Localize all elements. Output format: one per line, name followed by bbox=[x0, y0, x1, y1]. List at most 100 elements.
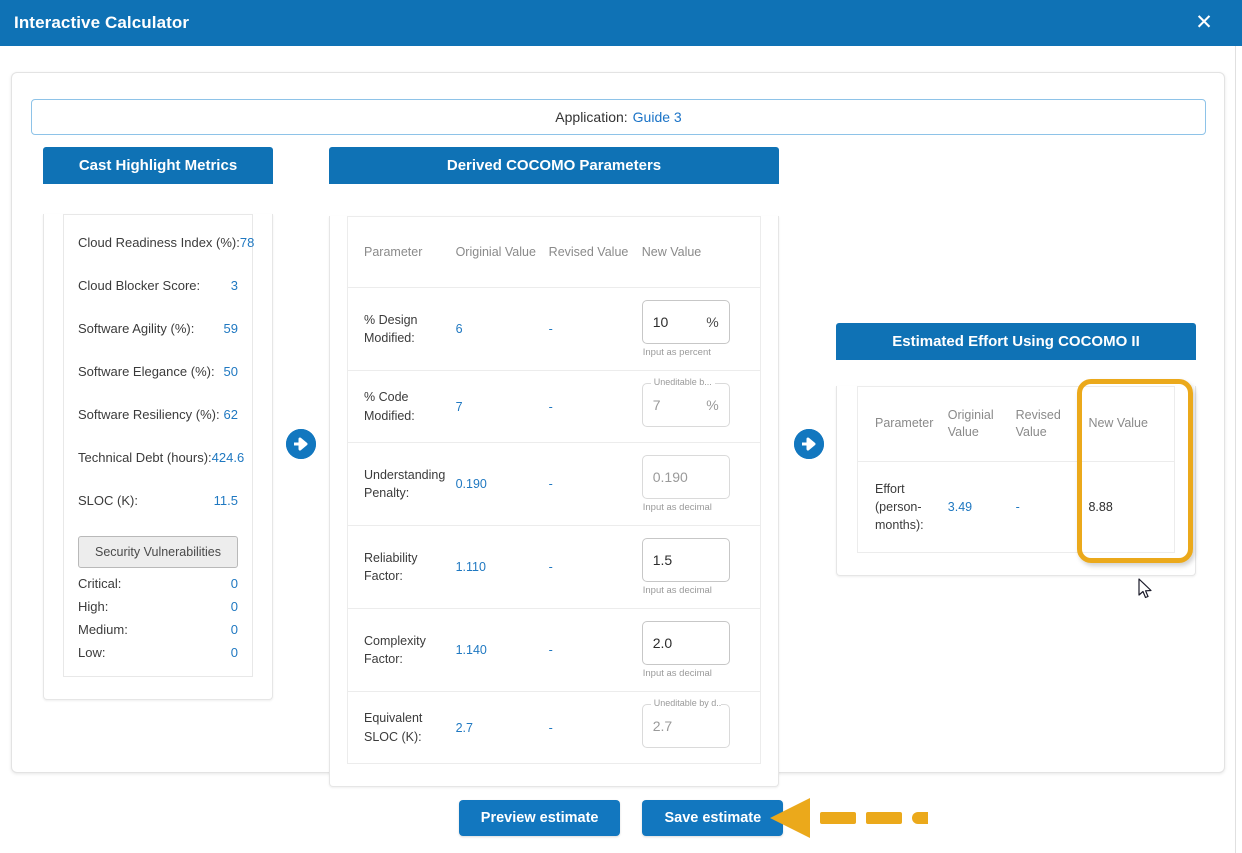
input-value: 10 bbox=[652, 314, 669, 330]
application-label: Application: bbox=[555, 109, 628, 125]
new-value-input-disabled: 0.190 bbox=[641, 455, 730, 499]
input-value: 2.7 bbox=[652, 718, 673, 734]
security-row: High: 0 bbox=[78, 599, 238, 614]
security-row: Critical: 0 bbox=[78, 576, 238, 591]
close-icon[interactable]: ✕ bbox=[1192, 11, 1216, 35]
parameter-name: % Code Modified: bbox=[348, 370, 456, 443]
table-row: % Code Modified: 7 - Uneditable b... 7 % bbox=[348, 370, 760, 443]
input-float-label: Uneditable by d... bbox=[650, 698, 721, 708]
arrow-right-circle-icon[interactable] bbox=[286, 429, 316, 459]
original-value: 2.7 bbox=[455, 720, 473, 735]
revised-value: - bbox=[548, 442, 642, 526]
vertical-scrollbar[interactable] bbox=[1235, 46, 1242, 853]
cocomo-panel-header: Derived COCOMO Parameters bbox=[329, 147, 779, 184]
column-header-revised-value: Revised Value bbox=[548, 217, 642, 288]
security-row: Medium: 0 bbox=[78, 622, 238, 637]
cocomo-panel-body: Parameter Originial Value Revised Value … bbox=[329, 216, 779, 787]
new-value-input-disabled: Uneditable by d... 2.7 bbox=[641, 698, 730, 748]
column-header-parameter: Parameter bbox=[348, 217, 456, 288]
input-value: 2.0 bbox=[652, 635, 673, 651]
revised-value: - bbox=[548, 370, 642, 443]
revised-value: - bbox=[548, 720, 553, 735]
metric-label: SLOC (K): bbox=[78, 493, 138, 508]
metric-value: 50 bbox=[223, 364, 238, 379]
input-unit: % bbox=[706, 314, 719, 330]
arrow-right-circle-icon[interactable] bbox=[794, 429, 824, 459]
security-label: High: bbox=[78, 599, 109, 614]
parameter-name: Understanding Penalty: bbox=[348, 442, 456, 526]
revised-value: - bbox=[548, 608, 642, 692]
new-value-cell: 0.190 Input as decimal bbox=[641, 442, 760, 526]
original-value: 6 bbox=[455, 287, 549, 371]
interactive-calculator-window: Interactive Calculator ✕ Application: Gu… bbox=[0, 0, 1242, 853]
metrics-panel-header: Cast Highlight Metrics bbox=[43, 147, 273, 184]
new-value-input[interactable]: 10 % bbox=[641, 300, 730, 344]
security-vulnerabilities-button[interactable]: Security Vulnerabilities bbox=[78, 536, 238, 568]
new-value-cell: Uneditable b... 7 % bbox=[641, 370, 760, 443]
cocomo-table-wrap: Parameter Originial Value Revised Value … bbox=[347, 216, 761, 764]
metrics-panel-body: Cloud Readiness Index (%): 78 Cloud Bloc… bbox=[43, 214, 273, 700]
parameter-name: Equivalent SLOC (K): bbox=[364, 711, 423, 744]
input-value: 7 bbox=[652, 397, 661, 413]
input-value: 0.190 bbox=[652, 469, 688, 485]
metric-label: Software Agility (%): bbox=[78, 321, 195, 336]
save-estimate-button[interactable]: Save estimate bbox=[642, 800, 784, 836]
metric-value: 62 bbox=[223, 407, 238, 422]
metric-value: 59 bbox=[223, 321, 238, 336]
application-name-link[interactable]: Guide 3 bbox=[633, 109, 682, 125]
table-row: Effort (person-months): 3.49 - 8.88 bbox=[858, 461, 1174, 552]
cocomo-table: Parameter Originial Value Revised Value … bbox=[348, 217, 760, 763]
new-value: 8.88 bbox=[1088, 499, 1113, 514]
original-value: 0.190 bbox=[455, 442, 549, 526]
column-header-new-value: New Value bbox=[641, 217, 760, 288]
column-header-revised-value: Revised Value bbox=[1015, 387, 1075, 462]
metric-row: Cloud Readiness Index (%): 78 bbox=[78, 235, 254, 250]
new-value-input[interactable]: 2.0 bbox=[641, 621, 730, 665]
parameter-name: Complexity Factor: bbox=[348, 608, 456, 692]
new-value-cell: Uneditable by d... 2.7 bbox=[641, 692, 760, 764]
column-header-original-value: Originial Value bbox=[947, 387, 1016, 462]
metric-value: 78 bbox=[239, 235, 255, 250]
effort-table-wrap: Parameter Originial Value Revised Value … bbox=[857, 379, 1193, 563]
window-title: Interactive Calculator bbox=[14, 13, 190, 32]
table-row: Equivalent SLOC (K): 2.7 - Uneditable by… bbox=[348, 692, 760, 764]
new-value-cell: 10 % Input as percent bbox=[641, 287, 760, 371]
original-value: 3.49 bbox=[947, 499, 973, 514]
security-label: Critical: bbox=[78, 576, 122, 591]
metric-row: SLOC (K): 11.5 bbox=[78, 493, 238, 508]
new-value-cell: 2.0 Input as decimal bbox=[641, 608, 760, 692]
preview-estimate-button[interactable]: Preview estimate bbox=[458, 800, 621, 836]
cast-highlight-metrics-panel: Cast Highlight Metrics Cloud Readiness I… bbox=[43, 147, 273, 700]
original-value: 7 bbox=[455, 370, 549, 443]
content-card: Application: Guide 3 Cast Highlight Metr… bbox=[11, 72, 1225, 787]
window-title-bar: Interactive Calculator ✕ bbox=[0, 0, 1242, 46]
cocomo-table-header-row: Parameter Originial Value Revised Value … bbox=[348, 217, 760, 288]
effort-panel-body: Parameter Originial Value Revised Value … bbox=[836, 379, 1196, 577]
application-bar: Application: Guide 3 bbox=[31, 99, 1206, 135]
security-value: 0 bbox=[230, 599, 238, 614]
column-header-new-value: New Value bbox=[1074, 387, 1174, 462]
original-value: 1.110 bbox=[455, 525, 549, 609]
new-value-input[interactable]: 1.5 bbox=[641, 538, 730, 582]
input-hint: Input as decimal bbox=[642, 585, 712, 596]
effort-panel-header: Estimated Effort Using COCOMO II bbox=[836, 323, 1196, 360]
metric-label: Software Elegance (%): bbox=[78, 364, 215, 379]
table-row: Complexity Factor: 1.140 - 2.0 Input as … bbox=[348, 608, 760, 692]
effort-table: Parameter Originial Value Revised Value … bbox=[858, 387, 1174, 552]
metrics-list: Cloud Readiness Index (%): 78 Cloud Bloc… bbox=[63, 214, 254, 677]
metric-row: Software Resiliency (%): 62 bbox=[78, 407, 238, 422]
metric-row: Software Elegance (%): 50 bbox=[78, 364, 238, 379]
new-value-cell: 1.5 Input as decimal bbox=[641, 525, 760, 609]
original-value: 1.140 bbox=[455, 608, 549, 692]
security-value: 0 bbox=[230, 576, 238, 591]
metric-label: Cloud Readiness Index (%): bbox=[78, 235, 240, 250]
metric-value: 11.5 bbox=[213, 493, 238, 508]
metric-row: Technical Debt (hours): 424.6 bbox=[78, 450, 244, 465]
parameter-name: Reliability Factor: bbox=[348, 525, 456, 609]
column-header-parameter: Parameter bbox=[858, 387, 948, 462]
input-value: 1.5 bbox=[652, 552, 673, 568]
security-label: Low: bbox=[78, 645, 106, 660]
input-hint: Input as percent bbox=[642, 347, 711, 358]
metric-label: Technical Debt (hours): bbox=[78, 450, 212, 465]
metric-label: Cloud Blocker Score: bbox=[78, 278, 201, 293]
